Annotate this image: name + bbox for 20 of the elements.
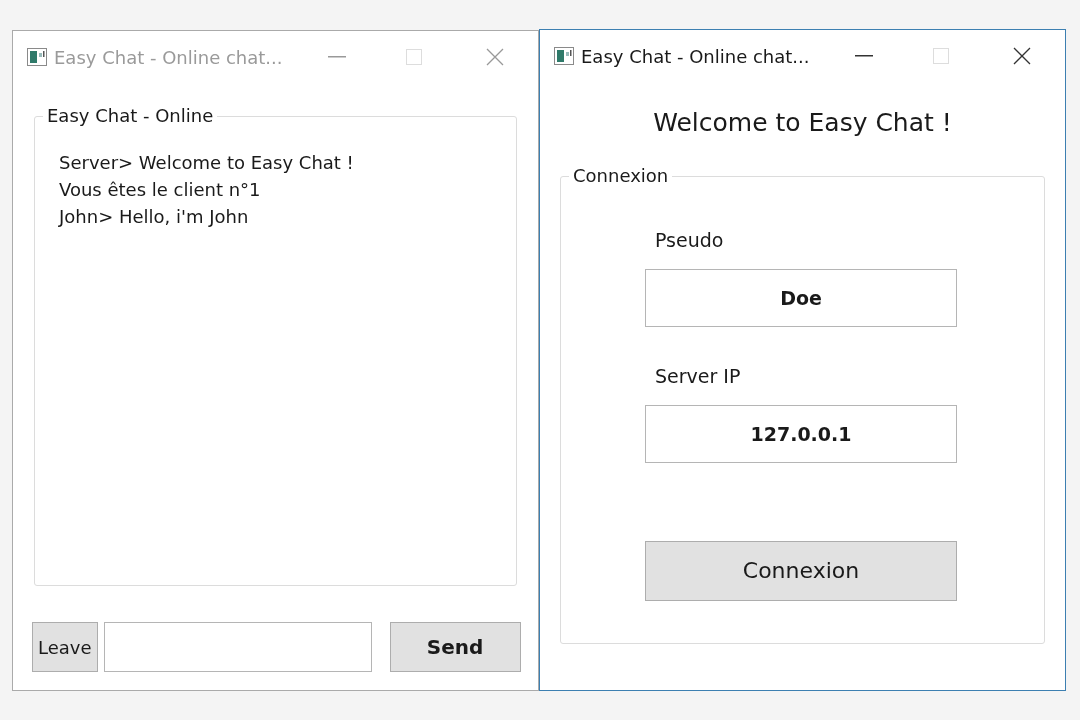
app-icon [554,47,574,65]
text-field[interactable]: Doe [645,268,957,327]
close-icon[interactable] [1013,47,1031,65]
window-title: Easy Chat - Online chat... [54,45,283,70]
field-label: Pseudo [654,227,725,253]
chat-message: John> Hello, i'm John [59,205,250,229]
leave-button[interactable]: Leave [32,622,98,672]
message-field[interactable] [103,622,372,672]
field-label: Server IP [654,363,742,389]
chat-message: Vous êtes le client n°1 [59,178,262,202]
welcome-heading: Welcome to Easy Chat ! [653,107,952,139]
minimize-icon[interactable] [855,55,873,57]
send-button[interactable]: Send [389,622,521,672]
maximize-icon[interactable] [933,48,949,64]
text-field[interactable]: 127.0.0.1 [645,404,957,463]
connect-button[interactable]: Connexion [645,540,957,601]
window-title: Easy Chat - Online chat... [581,44,810,69]
maximize-icon[interactable] [406,49,422,65]
app-icon [27,48,47,66]
chat-message: Server> Welcome to Easy Chat ! [59,151,355,175]
